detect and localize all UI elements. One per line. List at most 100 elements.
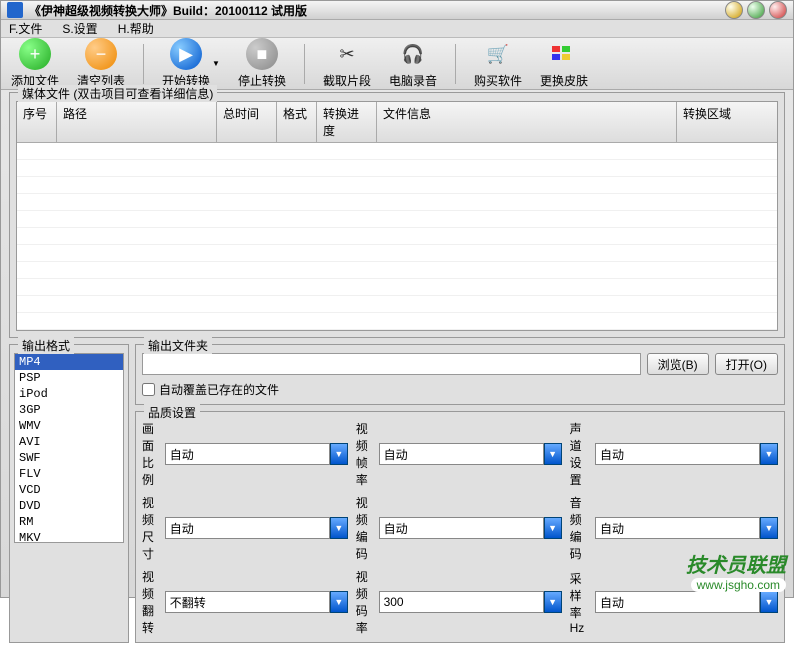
format-item-mp4[interactable]: MP4	[15, 354, 123, 370]
menubar: F.文件 S.设置 H.帮助	[1, 20, 793, 38]
cart-icon: 🛒	[482, 38, 514, 70]
sample-combo[interactable]: ▼	[595, 591, 778, 613]
browse-button[interactable]: 浏览(B)	[647, 353, 709, 375]
menu-file[interactable]: F.文件	[9, 20, 42, 37]
format-item-flv[interactable]: FLV	[15, 466, 123, 482]
format-item-swf[interactable]: SWF	[15, 450, 123, 466]
bitrate-combo[interactable]: ▼	[379, 591, 562, 613]
scissors-icon: ✂	[331, 38, 363, 70]
output-folder-label: 输出文件夹	[144, 337, 212, 354]
close-button[interactable]	[769, 1, 787, 19]
stop-icon: ■	[246, 38, 278, 70]
fps-combo[interactable]: ▼	[379, 443, 562, 465]
skin-label: 更换皮肤	[540, 72, 588, 89]
toolbar-separator	[143, 44, 144, 84]
format-listbox[interactable]: MP4PSPiPod3GPWMVAVISWFFLVVCDDVDRMMKV	[14, 353, 124, 543]
app-icon	[7, 2, 23, 18]
aspect-label: 画面比例	[142, 420, 157, 488]
menu-help[interactable]: H.帮助	[118, 20, 154, 37]
col-format[interactable]: 格式	[277, 102, 317, 142]
col-region[interactable]: 转换区域	[677, 102, 777, 142]
buy-label: 购买软件	[474, 72, 522, 89]
format-item-dvd[interactable]: DVD	[15, 498, 123, 514]
format-item-ipod[interactable]: iPod	[15, 386, 123, 402]
output-format-label: 输出格式	[18, 337, 74, 354]
stop-convert-button[interactable]: ■ 停止转换	[238, 38, 286, 89]
vcodec-label: 视频编码	[356, 494, 371, 562]
aspect-combo[interactable]: ▼	[165, 443, 348, 465]
plus-icon: +	[19, 38, 51, 70]
output-folder-group: 输出文件夹 浏览(B) 打开(O) 自动覆盖已存在的文件	[135, 344, 785, 405]
chevron-down-icon[interactable]: ▼	[330, 443, 348, 465]
chevron-down-icon[interactable]: ▼	[330, 517, 348, 539]
toolbar-separator	[304, 44, 305, 84]
col-duration[interactable]: 总时间	[217, 102, 277, 142]
chevron-down-icon[interactable]: ▼	[760, 443, 778, 465]
minimize-button[interactable]	[725, 1, 743, 19]
record-label: 电脑录音	[389, 72, 437, 89]
channel-combo[interactable]: ▼	[595, 443, 778, 465]
table-header: 序号 路径 总时间 格式 转换进度 文件信息 转换区域	[17, 102, 777, 143]
size-combo[interactable]: ▼	[165, 517, 348, 539]
toolbar-separator	[455, 44, 456, 84]
cut-segment-button[interactable]: ✂ 截取片段	[323, 38, 371, 89]
minus-icon: −	[85, 38, 117, 70]
cut-label: 截取片段	[323, 72, 371, 89]
overwrite-checkbox[interactable]	[142, 383, 155, 396]
quality-settings-group: 品质设置 画面比例 ▼ 视频帧率 ▼ 声道设置 ▼ 视频尺寸 ▼ 视频编码 ▼ …	[135, 411, 785, 643]
acodec-combo[interactable]: ▼	[595, 517, 778, 539]
chevron-down-icon[interactable]: ▼	[760, 517, 778, 539]
sample-label: 采样率Hz	[570, 570, 587, 635]
media-group-label: 媒体文件 (双击项目可查看详细信息)	[18, 85, 217, 102]
palette-icon	[548, 38, 580, 70]
output-folder-input[interactable]	[142, 353, 641, 375]
menu-settings[interactable]: S.设置	[62, 20, 97, 37]
format-item-mkv[interactable]: MKV	[15, 530, 123, 543]
fps-label: 视频帧率	[356, 420, 371, 488]
format-item-3gp[interactable]: 3GP	[15, 402, 123, 418]
titlebar: 《伊神超级视频转换大师》Build：20100112 试用版	[1, 1, 793, 20]
file-table[interactable]: 序号 路径 总时间 格式 转换进度 文件信息 转换区域	[16, 101, 778, 331]
col-path[interactable]: 路径	[57, 102, 217, 142]
maximize-button[interactable]	[747, 1, 765, 19]
record-button[interactable]: 🎧 电脑录音	[389, 38, 437, 89]
media-files-group: 媒体文件 (双击项目可查看详细信息) 序号 路径 总时间 格式 转换进度 文件信…	[9, 92, 785, 338]
chevron-down-icon[interactable]: ▼	[544, 443, 562, 465]
col-seq[interactable]: 序号	[17, 102, 57, 142]
buy-button[interactable]: 🛒 购买软件	[474, 38, 522, 89]
chevron-down-icon[interactable]: ▼	[544, 517, 562, 539]
stop-label: 停止转换	[238, 72, 286, 89]
flip-label: 视频翻转	[142, 568, 157, 636]
open-button[interactable]: 打开(O)	[715, 353, 778, 375]
chevron-down-icon[interactable]: ▼	[544, 591, 562, 613]
flip-combo[interactable]: ▼	[165, 591, 348, 613]
format-item-psp[interactable]: PSP	[15, 370, 123, 386]
window-title: 《伊神超级视频转换大师》Build：20100112 试用版	[29, 2, 725, 19]
format-item-wmv[interactable]: WMV	[15, 418, 123, 434]
play-icon: ▶	[170, 38, 202, 70]
format-item-rm[interactable]: RM	[15, 514, 123, 530]
chevron-down-icon[interactable]: ▼	[330, 591, 348, 613]
start-dropdown-icon[interactable]: ▼	[212, 59, 220, 68]
size-label: 视频尺寸	[142, 494, 157, 562]
acodec-label: 音频编码	[570, 494, 587, 562]
add-file-button[interactable]: + 添加文件	[11, 38, 59, 89]
start-convert-button[interactable]: ▶ 开始转换	[162, 38, 210, 89]
format-item-avi[interactable]: AVI	[15, 434, 123, 450]
bitrate-label: 视频码率	[356, 568, 371, 636]
toolbar: + 添加文件 − 清空列表 ▶ 开始转换 ▼ ■ 停止转换 ✂ 截取片段 🎧 电…	[1, 38, 793, 90]
vcodec-combo[interactable]: ▼	[379, 517, 562, 539]
main-window: 《伊神超级视频转换大师》Build：20100112 试用版 F.文件 S.设置…	[0, 0, 794, 598]
col-info[interactable]: 文件信息	[377, 102, 677, 142]
quality-label: 品质设置	[144, 404, 200, 421]
clear-list-button[interactable]: − 清空列表	[77, 38, 125, 89]
channel-label: 声道设置	[570, 420, 587, 488]
format-item-vcd[interactable]: VCD	[15, 482, 123, 498]
headphones-icon: 🎧	[397, 38, 429, 70]
table-body[interactable]	[17, 143, 777, 330]
output-format-group: 输出格式 MP4PSPiPod3GPWMVAVISWFFLVVCDDVDRMMK…	[9, 344, 129, 643]
col-progress[interactable]: 转换进度	[317, 102, 377, 142]
chevron-down-icon[interactable]: ▼	[760, 591, 778, 613]
overwrite-label: 自动覆盖已存在的文件	[159, 381, 279, 398]
skin-button[interactable]: 更换皮肤	[540, 38, 588, 89]
